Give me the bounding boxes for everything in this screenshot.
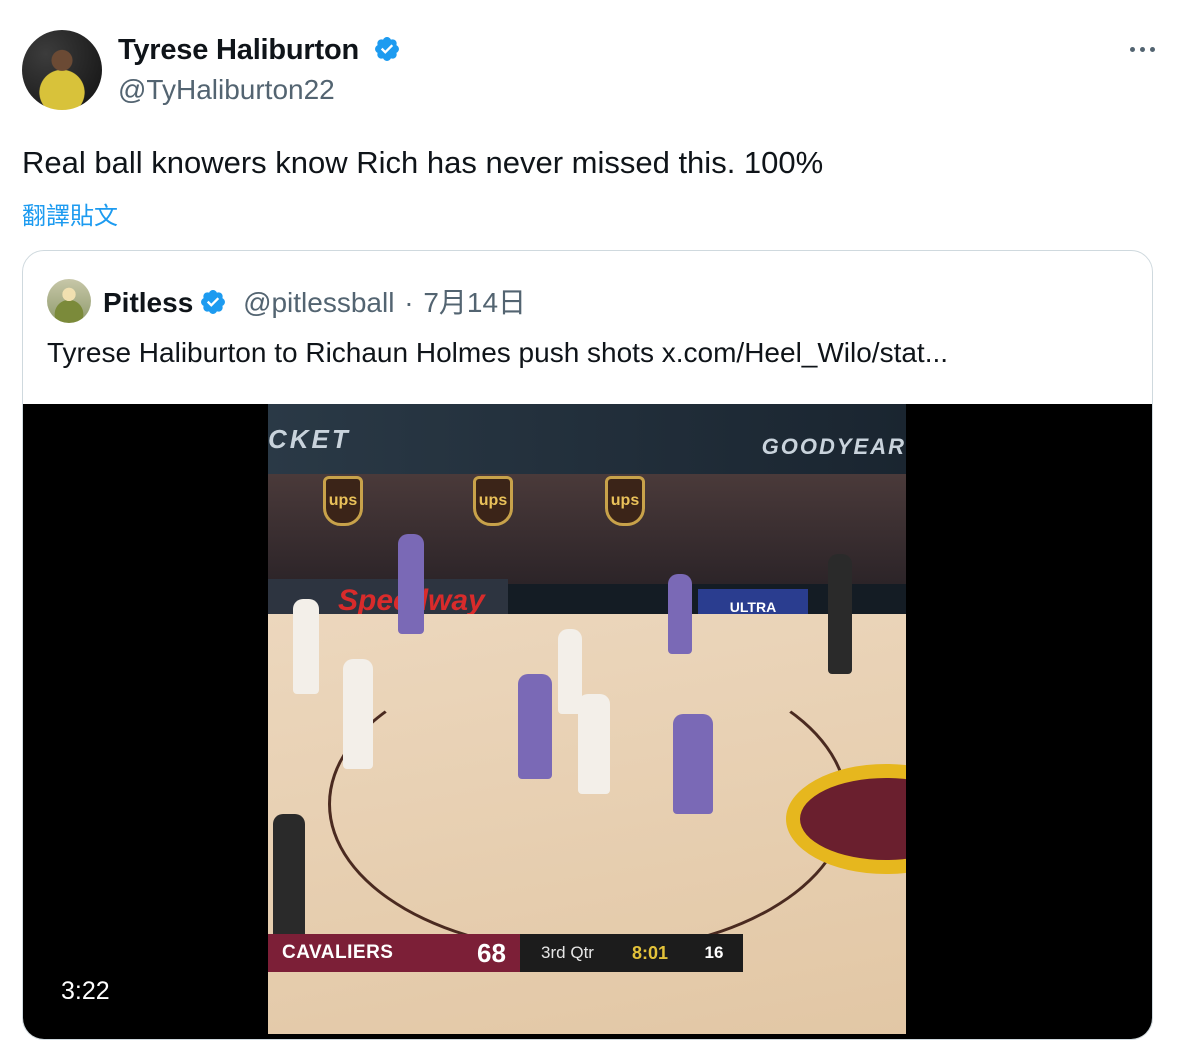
referee (828, 554, 852, 674)
arena-stands (268, 474, 906, 584)
tweet-author-handle[interactable]: @TyHaliburton22 (118, 74, 335, 106)
quoted-date[interactable]: 7月14日 (423, 287, 526, 318)
player (668, 574, 692, 654)
quoted-author-handle[interactable]: @pitlessball (243, 287, 394, 318)
scoreboard-team: CAVALIERS (268, 934, 463, 972)
more-horizontal-icon-dot (1149, 46, 1155, 52)
ups-logo: ups (605, 476, 645, 526)
player (398, 534, 424, 634)
more-button[interactable] (1122, 34, 1162, 64)
player (578, 694, 610, 794)
goodyear-sign: GOODYEAR (761, 434, 906, 459)
quoted-author-name[interactable]: Pitless (103, 287, 193, 318)
video-duration: 3:22 (61, 977, 110, 1005)
player (343, 659, 373, 769)
quoted-tweet-card[interactable]: Pitless @pitlessball · 7月14日 Tyrese Hali… (22, 250, 1153, 1040)
ups-logo: ups (323, 476, 363, 526)
referee (273, 814, 305, 944)
video-player[interactable]: CKET GOODYEAR ups ups ups Speedway ULTRA… (23, 404, 1152, 1039)
player (673, 714, 713, 814)
quoted-header: Pitless @pitlessball · 7月14日 (103, 281, 526, 321)
scoreboard: CAVALIERS 68 3rd Qtr 8:01 16 (268, 934, 743, 972)
tweet-avatar[interactable] (22, 30, 102, 110)
scoreboard-quarter: 3rd Qtr (541, 943, 594, 962)
rocket-sign: CKET (268, 424, 351, 454)
tweet-text: Real ball knowers know Rich has never mi… (22, 145, 824, 180)
quoted-text: Tyrese Haliburton to Richaun Holmes push… (47, 337, 949, 368)
translate-post-link[interactable]: 翻譯貼文 (22, 196, 118, 231)
author-name-text: Tyrese Haliburton (118, 34, 360, 66)
ups-logo: ups (473, 476, 513, 526)
player (518, 674, 552, 779)
verified-badge-icon (201, 290, 226, 314)
scoreboard-clock: 8:01 (631, 942, 669, 963)
quoted-avatar[interactable] (47, 279, 91, 323)
player (293, 599, 319, 694)
more-horizontal-icon-dot (1139, 46, 1145, 52)
tweet-author-name[interactable]: Tyrese Haliburton (118, 34, 401, 67)
verified-badge-icon (374, 37, 399, 61)
separator-dot: · (404, 287, 414, 318)
scoreboard-points: 68 (463, 934, 520, 972)
scoreboard-shot-clock: 16 (704, 943, 724, 962)
video-frame: CKET GOODYEAR ups ups ups Speedway ULTRA… (268, 404, 906, 1034)
more-horizontal-icon (1129, 46, 1135, 52)
